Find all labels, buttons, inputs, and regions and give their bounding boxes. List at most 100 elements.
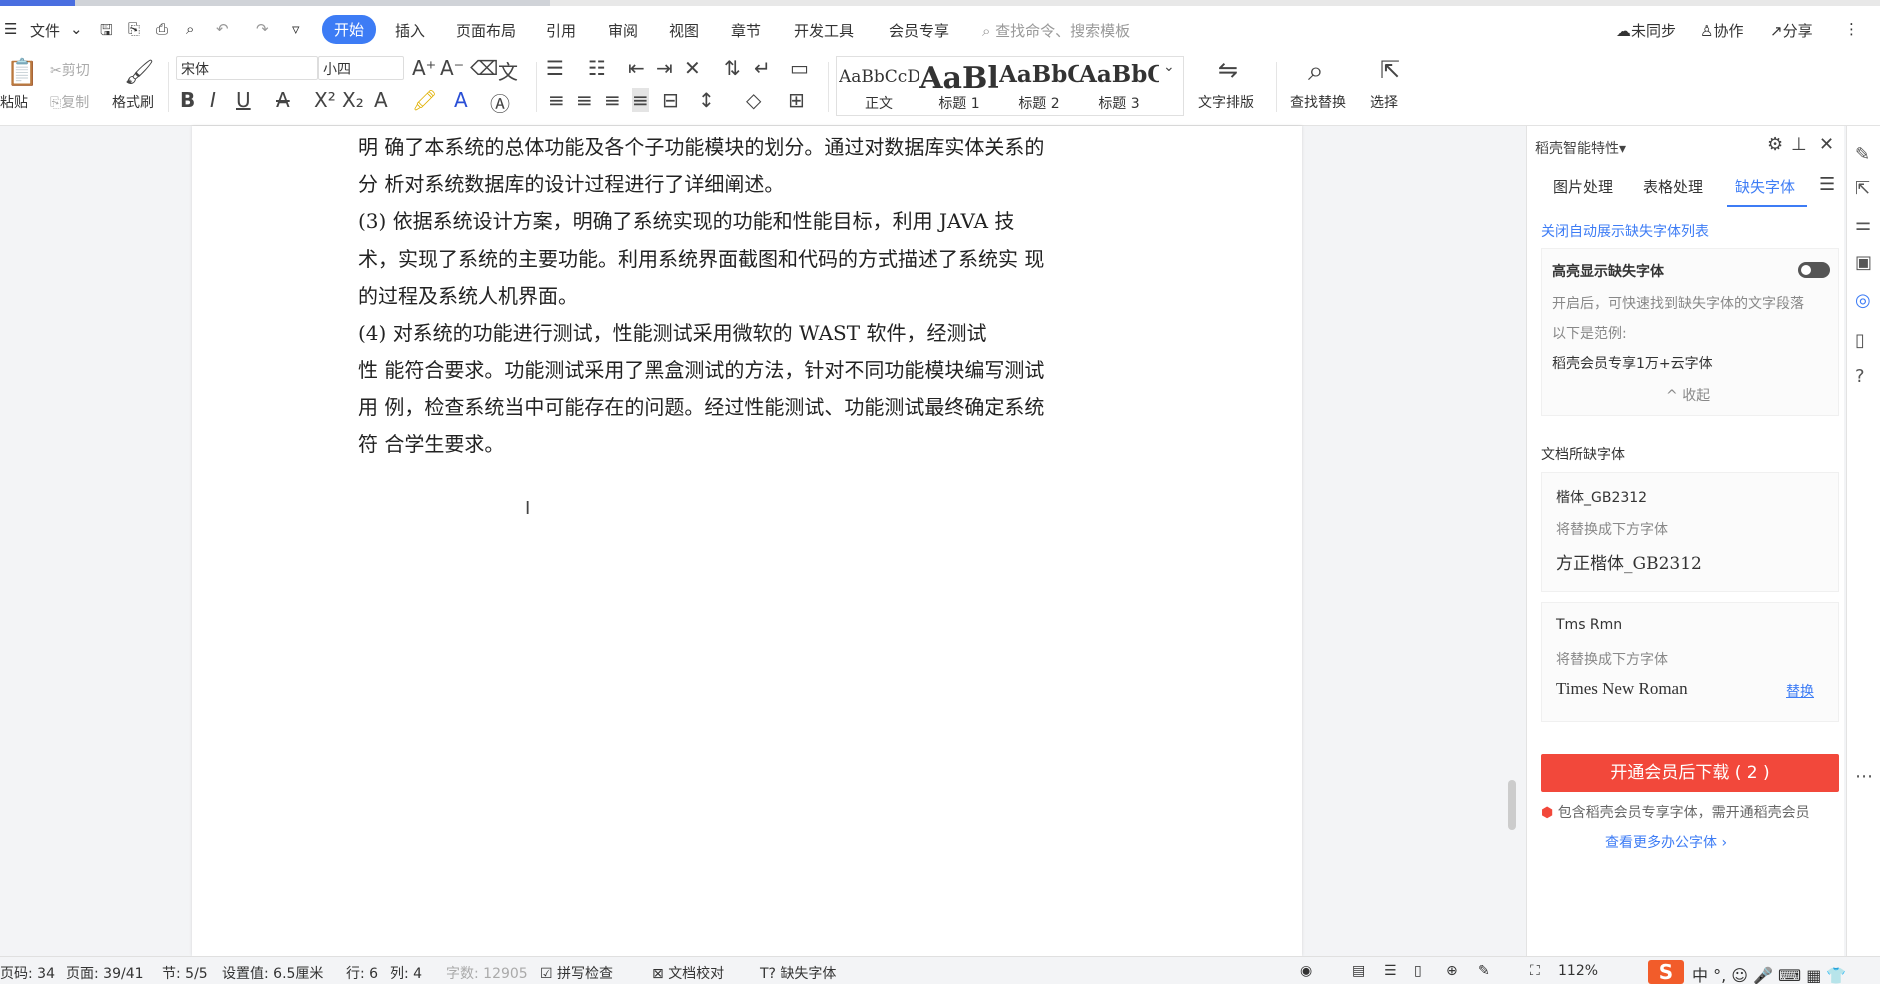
superscript-icon[interactable]: X² [314, 88, 336, 112]
increase-indent-icon[interactable]: ⇥ [656, 56, 673, 80]
clear-format-icon[interactable]: ⌫ [470, 56, 498, 80]
more-icon[interactable]: ⋯ [1855, 766, 1873, 787]
settings-icon[interactable]: ⚙ [1767, 134, 1783, 155]
share-button[interactable]: ↗分享 [1770, 20, 1813, 41]
tab-view[interactable]: 视图 [669, 20, 699, 41]
paste-icon[interactable]: 📋 [6, 58, 38, 88]
tab-chapter[interactable]: 章节 [731, 20, 761, 41]
tab-developer[interactable]: 开发工具 [794, 20, 854, 41]
print-icon[interactable]: ⎙ [156, 20, 168, 38]
grow-font-icon[interactable]: A⁺ [412, 56, 436, 80]
undo-icon[interactable]: ↶ [216, 20, 229, 38]
scrollbar-thumb[interactable] [1508, 780, 1516, 830]
word-count[interactable]: 字数: 12905 [446, 963, 528, 983]
export-pdf-icon[interactable]: ⎘ [128, 20, 140, 38]
highlight-toggle[interactable] [1798, 262, 1830, 278]
write-view-icon[interactable]: ✎ [1478, 963, 1490, 979]
eye-protection-icon[interactable]: ◉ [1300, 963, 1312, 979]
decrease-indent-icon[interactable]: ⇤ [628, 56, 645, 80]
help-icon[interactable]: ? [1855, 366, 1865, 387]
tab-missing-font[interactable]: 缺失字体 [1735, 176, 1795, 197]
more-icon[interactable]: ⋮ [1844, 20, 1859, 38]
font-color-icon[interactable]: A [454, 88, 468, 112]
tab-table-processing[interactable]: 表格处理 [1643, 176, 1703, 197]
tab-page-layout[interactable]: 页面布局 [456, 20, 516, 41]
more-fonts-link[interactable]: 查看更多办公字体 › [1605, 832, 1727, 852]
select-cursor-icon[interactable]: ⇱ [1380, 56, 1400, 84]
reading-view-icon[interactable]: ▯ [1414, 963, 1422, 979]
text-effect-icon[interactable]: A [374, 88, 388, 112]
format-painter-icon[interactable]: 🖌 [124, 58, 154, 86]
numbering-icon[interactable]: ☷ [588, 56, 606, 80]
text-layout-icon[interactable]: ⇋ [1218, 56, 1238, 84]
bullets-icon[interactable]: ☰ [546, 56, 564, 80]
sort-icon[interactable]: ⇅ [724, 56, 741, 80]
tab-home[interactable]: 开始 [322, 15, 377, 44]
pin-icon[interactable]: ⊥ [1791, 134, 1807, 155]
ime-logo-icon[interactable]: S [1648, 960, 1684, 984]
panel-title[interactable]: 稻壳智能特性▾ [1535, 138, 1626, 158]
tab-image-processing[interactable]: 图片处理 [1553, 176, 1613, 197]
customize-toolbar-icon[interactable]: ▿ [292, 20, 300, 38]
sliders-icon[interactable]: ⚌ [1855, 214, 1871, 235]
doc-proof-button[interactable]: ⊠ 文档校对 [652, 963, 724, 983]
hamburger-icon[interactable]: ☰ [4, 20, 17, 38]
style-heading-2[interactable]: AaBbC 标题 2 [999, 61, 1079, 113]
line-spacing-icon[interactable]: ↕ [698, 88, 715, 112]
section-info[interactable]: 节: 5/5 [162, 963, 208, 983]
style-gallery-expand-icon[interactable]: ⌄ [1163, 59, 1175, 75]
save-icon[interactable]: 🖫 [100, 20, 113, 45]
redo-icon[interactable]: ↷ [256, 20, 269, 38]
select-button[interactable]: 选择 [1370, 92, 1398, 112]
format-painter-button[interactable]: 格式刷 [112, 92, 154, 112]
image-icon[interactable]: ▣ [1855, 252, 1872, 273]
copy-button[interactable]: ⎘复制 [50, 92, 89, 112]
font-size-select[interactable]: 小四 [318, 56, 404, 80]
pinyin-icon[interactable]: 文 [498, 56, 518, 85]
show-marks-icon[interactable]: ↵ [754, 56, 771, 80]
download-button[interactable]: 开通会员后下载 ( 2 ) [1541, 754, 1839, 792]
collapse-button[interactable]: ^ 收起 [1666, 385, 1710, 405]
ime-chinese-mode-icon[interactable]: 中 °, ☺ 🎤 ⌨ ▦ 👕 [1692, 962, 1846, 984]
tab-insert[interactable]: 插入 [395, 20, 425, 41]
style-normal[interactable]: AaBbCcD 正文 [839, 61, 919, 113]
spell-check-button[interactable]: ☑ 拼写检查 [540, 963, 613, 983]
char-border-icon[interactable]: Ⓐ [490, 88, 510, 117]
chevron-down-icon[interactable]: ⌄ [70, 20, 83, 38]
align-center-icon[interactable]: ≡ [576, 88, 593, 112]
borders-icon[interactable]: ⊞ [788, 88, 805, 112]
row-info[interactable]: 行: 6 [346, 963, 378, 983]
outline-view-icon[interactable]: ☰ [1384, 963, 1397, 979]
page-count[interactable]: 页面: 39/41 [66, 963, 144, 983]
page-number[interactable]: 页码: 34 [0, 963, 55, 983]
paste-button[interactable]: 粘贴 [0, 92, 28, 112]
setting-value[interactable]: 设置值: 6.5厘米 [222, 963, 323, 983]
tab-member[interactable]: 会员专享 [889, 20, 949, 41]
align-right-icon[interactable]: ≡ [604, 88, 621, 112]
shading-icon[interactable]: ◇ [746, 88, 761, 112]
page-view-icon[interactable]: ▤ [1352, 963, 1365, 979]
sync-button[interactable]: ☁未同步 [1616, 20, 1676, 41]
fit-page-icon[interactable]: ⛶ [1530, 963, 1540, 979]
web-view-icon[interactable]: ⊕ [1446, 963, 1458, 979]
close-icon[interactable]: ✕ [1819, 134, 1834, 155]
find-icon[interactable]: ⌕ [1308, 54, 1324, 88]
command-search[interactable]: ⌕ 查找命令、搜索模板 [982, 20, 1130, 41]
style-heading-3[interactable]: AaBbC 标题 3 [1079, 61, 1159, 113]
document-scrollbar[interactable] [1508, 134, 1516, 954]
shrink-font-icon[interactable]: A⁻ [440, 56, 464, 80]
cursor-icon[interactable]: ⇱ [1855, 178, 1870, 199]
print-preview-icon[interactable]: ⌕ [186, 20, 194, 38]
cut-button[interactable]: ✂剪切 [50, 60, 90, 80]
book-icon[interactable]: ▯ [1855, 330, 1865, 351]
edit-icon[interactable]: ✎ [1855, 144, 1870, 165]
justify-icon[interactable]: ≡ [632, 88, 649, 112]
find-replace-button[interactable]: 查找替换 [1290, 92, 1346, 112]
text-layout-button[interactable]: 文字排版 [1198, 92, 1254, 112]
menu-icon[interactable]: ☰ [1819, 174, 1835, 195]
highlight-icon[interactable]: 🖍 [412, 88, 437, 112]
italic-icon[interactable]: I [210, 88, 216, 112]
missing-font-status[interactable]: T? 缺失字体 [760, 963, 836, 983]
underline-icon[interactable]: U [236, 88, 251, 112]
font-icon[interactable]: ◎ [1855, 290, 1871, 311]
